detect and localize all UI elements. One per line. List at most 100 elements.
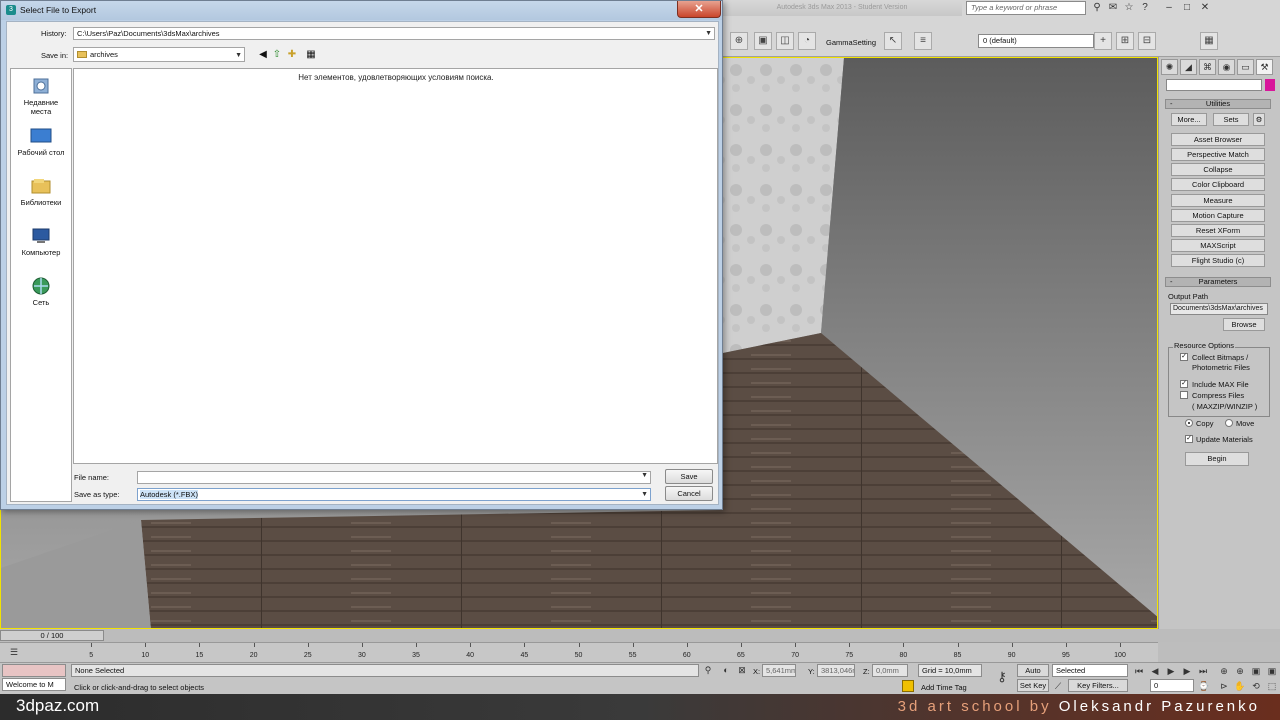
z-coordinate-field[interactable]: 0,0mm bbox=[872, 664, 908, 677]
help-icon[interactable]: ? bbox=[1138, 1, 1152, 15]
communication-center-icon[interactable]: ✉ bbox=[1106, 1, 1120, 15]
track-bar[interactable]: ☰ 5 10 15 20 25 30 35 40 45 50 55 60 65 70 75 80 85 90 95 1… bbox=[0, 642, 1158, 662]
render-setup-icon[interactable]: ▣ bbox=[754, 32, 772, 50]
save-in-dropdown[interactable]: archives ▼ bbox=[73, 47, 245, 62]
zoom-icon[interactable]: ⊕ bbox=[1218, 665, 1230, 677]
time-config-icon[interactable]: ⌚ bbox=[1198, 680, 1210, 692]
orbit-icon[interactable]: ⟲ bbox=[1250, 680, 1262, 692]
place-desktop[interactable]: Рабочий стол bbox=[11, 127, 71, 157]
place-network[interactable]: Сеть bbox=[11, 277, 71, 307]
save-in-dropdown-arrow-icon[interactable]: ▼ bbox=[235, 49, 242, 62]
motion-tab-icon[interactable]: ◉ bbox=[1218, 59, 1235, 75]
go-to-start-icon[interactable]: ⏮ bbox=[1133, 665, 1145, 677]
gamma-setting-button[interactable]: GammaSetting bbox=[826, 38, 876, 47]
utilities-tab-icon[interactable]: ⚒ bbox=[1256, 59, 1273, 75]
measure-button[interactable]: Measure bbox=[1171, 194, 1265, 207]
field-of-view-icon[interactable]: ⊳ bbox=[1218, 680, 1230, 692]
go-to-end-icon[interactable]: ⏭ bbox=[1197, 665, 1209, 677]
parameters-rollout[interactable]: - Parameters bbox=[1165, 277, 1271, 287]
up-folder-icon[interactable]: ⇧ bbox=[271, 49, 283, 61]
minimize-icon[interactable]: – bbox=[1162, 1, 1176, 15]
zoom-all-icon[interactable]: ⊕ bbox=[1234, 665, 1246, 677]
utilities-rollout[interactable]: - Utilities bbox=[1165, 99, 1271, 109]
auto-key-button[interactable]: Auto Key bbox=[1017, 664, 1049, 686]
select-in-layer-icon[interactable]: ⊞ bbox=[1116, 32, 1134, 50]
save-button[interactable]: Save bbox=[665, 469, 713, 484]
flight-studio-button[interactable]: Flight Studio (c) bbox=[1171, 254, 1265, 267]
time-tag-icon[interactable] bbox=[902, 680, 914, 692]
new-folder-icon[interactable]: ✚ bbox=[286, 49, 298, 61]
key-icon[interactable]: ⚷ bbox=[993, 670, 1011, 683]
binoculars-icon[interactable]: ⚲ bbox=[1090, 1, 1104, 15]
close-icon[interactable]: ✕ bbox=[1198, 1, 1212, 15]
play-icon[interactable]: ▶ bbox=[1165, 665, 1177, 677]
selected-dropdown[interactable]: Selected bbox=[1052, 664, 1128, 677]
place-computer[interactable]: Компьютер bbox=[11, 227, 71, 257]
time-slider[interactable]: 0 / 100 bbox=[0, 629, 1280, 642]
file-name-input[interactable]: ▼ bbox=[137, 471, 651, 484]
current-frame-field[interactable]: 0 bbox=[1150, 679, 1194, 692]
zoom-extents-all-icon[interactable]: ▣ bbox=[1266, 665, 1278, 677]
include-max-checkbox[interactable]: ✓ bbox=[1180, 380, 1188, 388]
maxscript-listener-top[interactable] bbox=[2, 664, 66, 677]
begin-button[interactable]: Begin bbox=[1185, 452, 1249, 466]
place-recent[interactable]: Недавние места bbox=[11, 77, 71, 116]
file-name-dropdown-arrow-icon[interactable]: ▼ bbox=[641, 472, 648, 479]
maximize-icon[interactable]: □ bbox=[1180, 1, 1194, 15]
save-as-type-dropdown[interactable]: Autodesk (*.FBX) ▼ bbox=[137, 488, 651, 501]
layer-props-icon[interactable]: ⊟ bbox=[1138, 32, 1156, 50]
save-as-type-dropdown-arrow-icon[interactable]: ▼ bbox=[641, 489, 648, 500]
maximize-viewport-icon[interactable]: ⬚ bbox=[1266, 680, 1278, 692]
select-arrow-icon[interactable]: ↖ bbox=[884, 32, 902, 50]
create-tab-icon[interactable]: ✺ bbox=[1161, 59, 1178, 75]
set-key-button[interactable]: Set Key bbox=[1017, 679, 1049, 692]
browse-button[interactable]: Browse bbox=[1223, 318, 1265, 331]
sets-button[interactable]: Sets bbox=[1213, 113, 1249, 126]
absolute-mode-icon[interactable]: ⊠ bbox=[736, 664, 748, 676]
render-frame-icon[interactable]: ◫ bbox=[776, 32, 794, 50]
cancel-button[interactable]: Cancel bbox=[665, 486, 713, 501]
more-button[interactable]: More... bbox=[1171, 113, 1207, 126]
time-slider-thumb[interactable]: 0 / 100 bbox=[0, 630, 104, 641]
add-layer-icon[interactable]: + bbox=[1094, 32, 1112, 50]
snap-icon[interactable]: ⊕ bbox=[730, 32, 748, 50]
y-coordinate-field[interactable]: 3813,046m bbox=[817, 664, 855, 677]
motion-capture-button[interactable]: Motion Capture bbox=[1171, 209, 1265, 222]
add-time-tag-button[interactable]: Add Time Tag bbox=[921, 683, 967, 692]
move-radio[interactable] bbox=[1225, 419, 1233, 427]
default-in-out-icon[interactable]: ⟋ bbox=[1052, 680, 1064, 692]
asset-browser-button[interactable]: Asset Browser bbox=[1171, 133, 1265, 146]
reset-xform-button[interactable]: Reset XForm bbox=[1171, 224, 1265, 237]
place-libraries[interactable]: Библиотеки bbox=[11, 177, 71, 207]
pan-icon[interactable]: ✋ bbox=[1234, 680, 1246, 692]
checker-icon[interactable]: ▦ bbox=[1200, 32, 1218, 50]
maxscript-listener[interactable]: Welcome to M bbox=[2, 678, 66, 691]
search-input[interactable]: Type a keyword or phrase bbox=[966, 1, 1086, 15]
lock-selection-icon[interactable]: ⚲ bbox=[702, 664, 714, 676]
display-tab-icon[interactable]: ▭ bbox=[1237, 59, 1254, 75]
copy-radio[interactable] bbox=[1185, 419, 1193, 427]
layer-manager-icon[interactable]: ≡ bbox=[914, 32, 932, 50]
file-list[interactable]: Нет элементов, удовлетворяющих условиям … bbox=[73, 68, 718, 464]
perspective-match-button[interactable]: Perspective Match bbox=[1171, 148, 1265, 161]
next-frame-icon[interactable]: ▶ bbox=[1181, 665, 1193, 677]
view-menu-icon[interactable]: ▦ bbox=[302, 49, 320, 61]
layer-dropdown[interactable]: 0 (default) bbox=[978, 34, 1094, 48]
collapse-button[interactable]: Collapse bbox=[1171, 163, 1265, 176]
object-color-swatch[interactable] bbox=[1265, 79, 1275, 91]
render-icon[interactable]: ◔ bbox=[798, 32, 816, 50]
output-path-field[interactable]: Documents\3dsMax\archives bbox=[1170, 303, 1268, 315]
isolate-icon[interactable]: ◐ bbox=[720, 664, 732, 676]
collect-bitmaps-checkbox[interactable]: ✓ bbox=[1180, 353, 1188, 361]
favorites-icon[interactable]: ☆ bbox=[1122, 1, 1136, 15]
dialog-close-button[interactable]: ✕ bbox=[677, 1, 721, 18]
mini-curve-editor-icon[interactable]: ☰ bbox=[8, 646, 20, 658]
modify-tab-icon[interactable]: ◢ bbox=[1180, 59, 1197, 75]
configure-sets-icon[interactable]: ⚙ bbox=[1253, 113, 1265, 126]
previous-frame-icon[interactable]: ◀ bbox=[1149, 665, 1161, 677]
zoom-extents-icon[interactable]: ▣ bbox=[1250, 665, 1262, 677]
back-icon[interactable]: ◀ bbox=[257, 49, 269, 61]
dialog-title-bar[interactable]: 3 Select File to Export ✕ bbox=[1, 1, 722, 20]
hierarchy-tab-icon[interactable]: ⌘ bbox=[1199, 59, 1216, 75]
maxscript-button[interactable]: MAXScript bbox=[1171, 239, 1265, 252]
